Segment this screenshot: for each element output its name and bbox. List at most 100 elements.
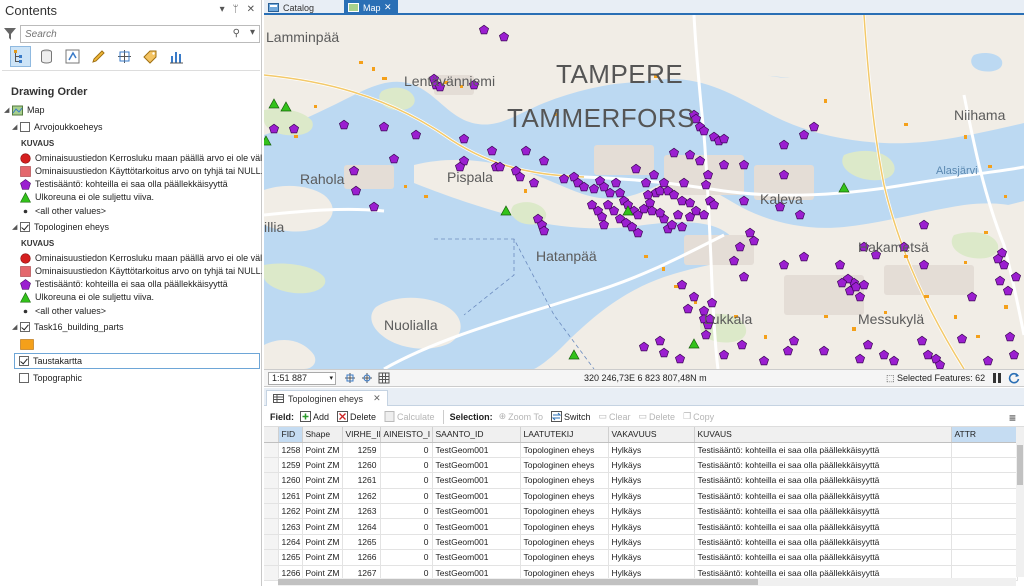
table-row[interactable]: 1260 Point ZM 1261 0 TestGeom001 Topologinen … (264, 472, 1018, 489)
column-header-vakavuus[interactable]: VAKAVUUS (608, 427, 695, 443)
cell-laatutekij[interactable]: Topologinen eheys (520, 534, 609, 551)
cell-aineisto[interactable]: 0 (380, 518, 433, 535)
cell-virhe-id[interactable]: 1261 (342, 472, 381, 489)
legend-item[interactable]: <all other values> (0, 203, 262, 219)
cell-attr[interactable] (951, 518, 1018, 535)
list-by-labeling-icon[interactable] (140, 46, 161, 67)
cell-fid[interactable]: 1265 (278, 549, 303, 566)
layer-visibility-checkbox[interactable] (19, 373, 29, 383)
cell-laatutekij[interactable]: Topologinen eheys (520, 518, 609, 535)
toc-layer-taustakartta[interactable]: Taustakartta (14, 353, 260, 369)
cell-shape[interactable]: Point ZM (302, 457, 343, 474)
cell-saanto-id[interactable]: TestGeom001 (432, 518, 521, 535)
column-header-saanto-id[interactable]: SAANTO_ID (432, 427, 521, 443)
cell-attr[interactable] (951, 534, 1018, 551)
cell-attr[interactable] (951, 442, 1018, 458)
scale-select[interactable]: 1:51 887 ▾ (268, 372, 336, 385)
column-header-laatutekij[interactable]: LAATUTEKIJ (520, 427, 609, 443)
cell-virhe-id[interactable]: 1262 (342, 488, 381, 505)
pin-icon[interactable]: ᛘ (233, 4, 239, 15)
zoom-to-button[interactable]: ⊕ Zoom To (499, 411, 543, 422)
table-row[interactable]: 1263 Point ZM 1264 0 TestGeom001 Topologinen … (264, 518, 1018, 535)
close-icon[interactable]: ✕ (373, 393, 381, 404)
pane-options-icon[interactable]: ▾ (220, 4, 225, 15)
calculate-field-button[interactable]: Calculate (384, 411, 435, 422)
cell-aineisto[interactable]: 0 (380, 457, 433, 474)
cell-fid[interactable]: 1264 (278, 534, 303, 551)
cell-saanto-id[interactable]: TestGeom001 (432, 503, 521, 520)
cell-saanto-id[interactable]: TestGeom001 (432, 534, 521, 551)
cell-attr[interactable] (951, 457, 1018, 474)
toc-layer-building-parts[interactable]: ◢ Task16_building_parts (0, 319, 262, 335)
cell-kuvaus[interactable]: Testisääntö: kohteilla ei saa olla pääll… (694, 488, 952, 505)
copy-button[interactable]: ❐ Copy (683, 411, 714, 422)
row-header[interactable] (264, 472, 279, 489)
row-header[interactable] (264, 534, 279, 551)
cell-saanto-id[interactable]: TestGeom001 (432, 457, 521, 474)
table-row[interactable]: 1262 Point ZM 1263 0 TestGeom001 Topologinen … (264, 503, 1018, 520)
cell-vakavuus[interactable]: Hylkäys (608, 472, 695, 489)
search-icon[interactable]: ⚲ (233, 28, 240, 39)
close-tab-icon[interactable]: ✕ (382, 0, 398, 15)
toc-layer-topographic[interactable]: Topographic (0, 370, 262, 386)
horizontal-scrollbar[interactable] (278, 578, 1016, 586)
list-by-charts-icon[interactable] (166, 46, 187, 67)
cell-shape[interactable]: Point ZM (302, 549, 343, 566)
cell-laatutekij[interactable]: Topologinen eheys (520, 442, 609, 458)
list-by-drawing-order-icon[interactable] (10, 46, 31, 67)
cell-saanto-id[interactable]: TestGeom001 (432, 549, 521, 566)
tab-attribute-table[interactable]: Topologinen eheys ✕ (266, 390, 388, 406)
cell-aineisto[interactable]: 0 (380, 488, 433, 505)
cell-shape[interactable]: Point ZM (302, 442, 343, 458)
filter-icon[interactable] (4, 27, 16, 41)
cell-vakavuus[interactable]: Hylkäys (608, 488, 695, 505)
cell-attr[interactable] (951, 488, 1018, 505)
scrollbar-thumb[interactable] (1017, 445, 1023, 485)
cell-kuvaus[interactable]: Testisääntö: kohteilla ei saa olla pääll… (694, 472, 952, 489)
search-options-icon[interactable]: ▾ (250, 27, 255, 38)
switch-selection-button[interactable]: Switch (550, 411, 591, 422)
cell-laatutekij[interactable]: Topologinen eheys (520, 457, 609, 474)
cell-vakavuus[interactable]: Hylkäys (608, 534, 695, 551)
column-header-attr[interactable]: ATTR (951, 427, 1018, 443)
cell-aineisto[interactable]: 0 (380, 442, 433, 458)
toc-layer-arvojoukkoeheys[interactable]: ◢ Arvojoukkoeheys (0, 119, 262, 135)
cell-attr[interactable] (951, 472, 1018, 489)
cell-shape[interactable]: Point ZM (302, 518, 343, 535)
column-header-aineisto[interactable]: AINEISTO_I (380, 427, 433, 443)
layer-visibility-checkbox[interactable] (20, 222, 30, 232)
row-header[interactable] (264, 565, 279, 582)
pane-window-buttons[interactable]: ▾ ᛘ ✕ (220, 4, 255, 15)
collapse-icon[interactable]: ◢ (12, 323, 20, 331)
cell-kuvaus[interactable]: Testisääntö: kohteilla ei saa olla pääll… (694, 549, 952, 566)
error-point-pentagon[interactable] (808, 121, 820, 132)
cell-vakavuus[interactable]: Hylkäys (608, 518, 695, 535)
cell-laatutekij[interactable]: Topologinen eheys (520, 488, 609, 505)
collapse-icon[interactable]: ◢ (4, 106, 12, 114)
chevron-down-icon[interactable]: ▾ (329, 373, 333, 384)
row-header[interactable] (264, 518, 279, 535)
toc-map[interactable]: ◢ Map (0, 102, 262, 118)
cell-fid[interactable]: 1259 (278, 457, 303, 474)
row-header[interactable] (264, 457, 279, 474)
row-header[interactable] (264, 442, 279, 458)
cell-aineisto[interactable]: 0 (380, 534, 433, 551)
cell-fid[interactable]: 1260 (278, 472, 303, 489)
cell-laatutekij[interactable]: Topologinen eheys (520, 503, 609, 520)
tab-map[interactable]: Map (344, 0, 382, 15)
layer-visibility-checkbox[interactable] (20, 122, 30, 132)
add-field-button[interactable]: Add (300, 411, 329, 422)
delete-selection-button[interactable]: ▭ Delete (639, 411, 676, 422)
cell-fid[interactable]: 1258 (278, 442, 303, 458)
legend-item[interactable] (0, 336, 262, 352)
list-by-selection-icon[interactable] (62, 46, 83, 67)
cell-virhe-id[interactable]: 1265 (342, 534, 381, 551)
map-view[interactable]: TAMPERE TAMMERFORS Lamminpää Lentävännie… (264, 15, 1024, 369)
column-header-shape[interactable]: Shape (302, 427, 343, 443)
cell-kuvaus[interactable]: Testisääntö: kohteilla ei saa olla pääll… (694, 518, 952, 535)
layer-visibility-checkbox[interactable] (20, 322, 30, 332)
toc-layer-topologinen-eheys[interactable]: ◢ Topologinen eheys (0, 219, 262, 235)
cell-aineisto[interactable]: 0 (380, 549, 433, 566)
row-header[interactable] (264, 549, 279, 566)
cell-shape[interactable]: Point ZM (302, 488, 343, 505)
